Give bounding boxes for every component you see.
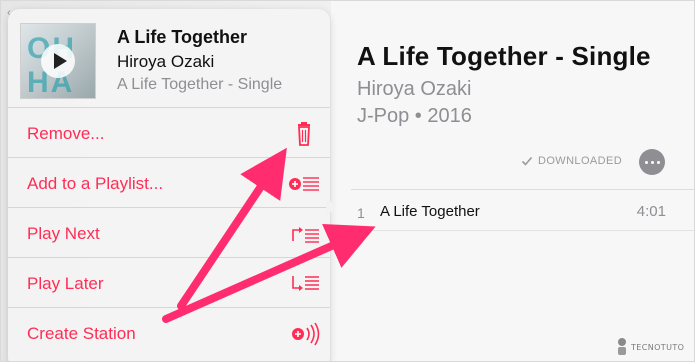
song-album: A Life Together - Single [117,76,283,93]
popover-arrow [326,197,336,217]
downloaded-status: DOWNLOADED [521,155,622,167]
album-title: A Life Together - Single [357,41,651,71]
watermark-text: TECNOTUTO [631,342,685,352]
app-window: A Life Together - Single Hiroya Ozaki J-… [0,0,695,362]
track-row[interactable]: 1 A Life Together 4:01 [351,200,694,226]
more-options-button[interactable] [639,149,665,175]
album-artwork[interactable]: OH HA [20,23,96,99]
menu-item-label: Play Next [27,224,100,243]
menu-item-label: Add to a Playlist... [27,174,164,193]
more-dot [656,160,660,164]
album-genre-year: J-Pop • 2016 [357,105,472,127]
menu-item-label: Play Later [27,274,104,293]
album-detail-pane: A Life Together - Single Hiroya Ozaki J-… [331,1,694,361]
menu-item-play-later[interactable]: Play Later [8,257,330,308]
menu-item-create-station[interactable]: Create Station [8,307,330,358]
track-title: A Life Together [380,203,480,220]
track-number: 1 [357,205,365,221]
watermark: TECNOTUTO [616,337,684,357]
menu-item-add-to-playlist[interactable]: Add to a Playlist... [8,157,330,208]
checkmark-icon [521,156,533,166]
context-menu-popover: OH HA A Life Together Hiroya Ozaki A Lif… [8,9,330,361]
mascot-icon [618,338,626,355]
song-header: OH HA A Life Together Hiroya Ozaki A Lif… [8,9,330,107]
play-later-icon [292,276,319,291]
album-artist[interactable]: Hiroya Ozaki [357,78,471,101]
divider [351,189,694,190]
song-artist: Hiroya Ozaki [117,52,215,71]
more-dot [644,160,648,164]
downloaded-label: DOWNLOADED [538,155,623,167]
add-to-playlist-icon [289,177,319,191]
menu-item-play-next[interactable]: Play Next [8,207,330,258]
menu-item-label: Create Station [27,324,136,343]
track-duration: 4:01 [636,203,666,220]
divider [351,230,694,231]
more-dot [650,160,654,164]
menu-item-remove[interactable]: Remove... [8,107,330,158]
play-icon[interactable] [41,44,75,78]
play-next-icon [292,227,319,243]
song-title: A Life Together [117,27,247,47]
create-station-icon [292,322,320,346]
menu-item-label: Remove... [27,124,105,143]
trash-icon [298,122,310,146]
